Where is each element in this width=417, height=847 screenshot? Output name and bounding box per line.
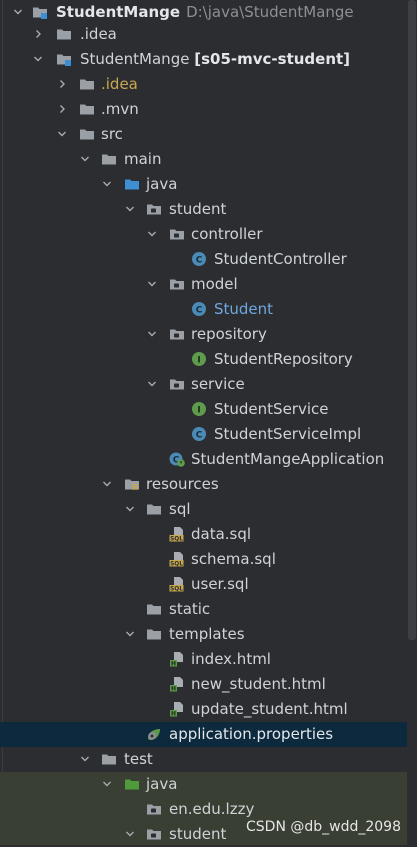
sql-file-icon <box>169 576 185 592</box>
row-label: repository <box>191 325 267 343</box>
row-label: controller <box>191 225 263 243</box>
row-label: src <box>101 125 123 143</box>
chevron-down-icon[interactable] <box>124 203 136 215</box>
chevron-down-icon[interactable] <box>146 378 158 390</box>
row-label: StudentController <box>214 250 347 268</box>
chevron-down-icon[interactable] <box>79 153 91 165</box>
root-label: StudentMange D:\java\StudentMange <box>56 3 354 21</box>
folder-icon <box>79 101 95 117</box>
chevron-down-icon[interactable] <box>79 753 91 765</box>
package-icon <box>169 376 185 392</box>
chevron-right-icon[interactable] <box>56 103 68 115</box>
scrollbar-thumb[interactable] <box>408 0 416 640</box>
html-file-icon <box>169 701 185 717</box>
row-label: update_student.html <box>191 700 348 718</box>
row-label: model <box>191 275 238 293</box>
chevron-down-icon[interactable] <box>146 228 158 240</box>
row-label: en.edu.lzzy <box>169 800 255 818</box>
row-label: java <box>146 775 178 793</box>
row-label: test <box>124 750 153 768</box>
folder-icon <box>146 626 162 642</box>
resources-folder-icon <box>124 476 140 492</box>
chevron-down-icon[interactable] <box>12 6 24 18</box>
folder-icon <box>146 601 162 617</box>
package-icon <box>146 826 162 842</box>
sql-file-icon <box>169 526 185 542</box>
folder-icon <box>56 26 72 42</box>
watermark: CSDN @db_wdd_2098 <box>246 819 401 835</box>
row-label: resources <box>146 475 219 493</box>
folder-icon <box>79 126 95 142</box>
root-path: D:\java\StudentMange <box>186 3 354 21</box>
row-label: .idea <box>80 25 117 43</box>
row-label: main <box>124 150 162 168</box>
html-file-icon <box>169 651 185 667</box>
class-icon <box>191 301 207 317</box>
sql-file-icon <box>169 551 185 567</box>
interface-icon <box>191 351 207 367</box>
row-label: Student <box>214 300 274 318</box>
chevron-down-icon[interactable] <box>124 503 136 515</box>
folder-icon <box>101 151 117 167</box>
row-label: .mvn <box>101 100 139 118</box>
chevron-down-icon[interactable] <box>56 128 68 140</box>
row-label: StudentService <box>214 400 329 418</box>
chevron-down-icon[interactable] <box>146 278 158 290</box>
folder-icon <box>146 501 162 517</box>
chevron-down-icon[interactable] <box>146 328 158 340</box>
package-icon <box>169 326 185 342</box>
chevron-down-icon[interactable] <box>124 828 136 840</box>
project-tree: StudentMange D:\java\StudentMange .idea S… <box>0 0 417 845</box>
chevron-down-icon[interactable] <box>101 178 113 190</box>
row-label: index.html <box>191 650 271 668</box>
module-name-suffix: [s05-mvc-student] <box>194 50 351 68</box>
html-file-icon <box>169 676 185 692</box>
class-icon <box>191 251 207 267</box>
scrollbar[interactable] <box>407 0 417 845</box>
chevron-down-icon[interactable] <box>101 478 113 490</box>
row-label: student <box>169 200 227 218</box>
row-label: schema.sql <box>191 550 276 568</box>
row-label: StudentMangeApplication <box>191 450 385 468</box>
chevron-down-icon[interactable] <box>32 53 44 65</box>
gutter-line <box>2 0 3 845</box>
spring-properties-icon <box>146 726 162 742</box>
row-label: student <box>169 825 227 843</box>
row-label: data.sql <box>191 525 252 543</box>
row-label: StudentRepository <box>214 350 353 368</box>
interface-icon <box>191 401 207 417</box>
row-label: static <box>169 600 211 618</box>
chevron-down-icon[interactable] <box>124 628 136 640</box>
row-label: new_student.html <box>191 675 326 693</box>
folder-icon <box>79 76 95 92</box>
test-source-folder-icon <box>124 776 140 792</box>
module-folder-icon <box>56 51 72 67</box>
row-label: StudentServiceImpl <box>214 425 362 443</box>
row-label: sql <box>169 500 191 518</box>
chevron-down-icon[interactable] <box>101 778 113 790</box>
row-label: user.sql <box>191 575 249 593</box>
package-icon <box>169 276 185 292</box>
row-label: java <box>146 175 178 193</box>
package-icon <box>146 201 162 217</box>
row-label: StudentMange [s05-mvc-student] <box>80 50 351 68</box>
project-folder-icon <box>32 4 48 20</box>
folder-icon <box>101 751 117 767</box>
package-icon <box>146 801 162 817</box>
package-icon <box>169 226 185 242</box>
row-label: templates <box>169 625 245 643</box>
spring-boot-app-icon <box>169 451 185 467</box>
chevron-right-icon[interactable] <box>32 28 44 40</box>
row-label: .idea <box>101 75 138 93</box>
source-folder-icon <box>124 176 140 192</box>
class-icon <box>191 426 207 442</box>
row-label: application.properties <box>169 725 334 743</box>
chevron-right-icon[interactable] <box>56 78 68 90</box>
row-label: service <box>191 375 245 393</box>
